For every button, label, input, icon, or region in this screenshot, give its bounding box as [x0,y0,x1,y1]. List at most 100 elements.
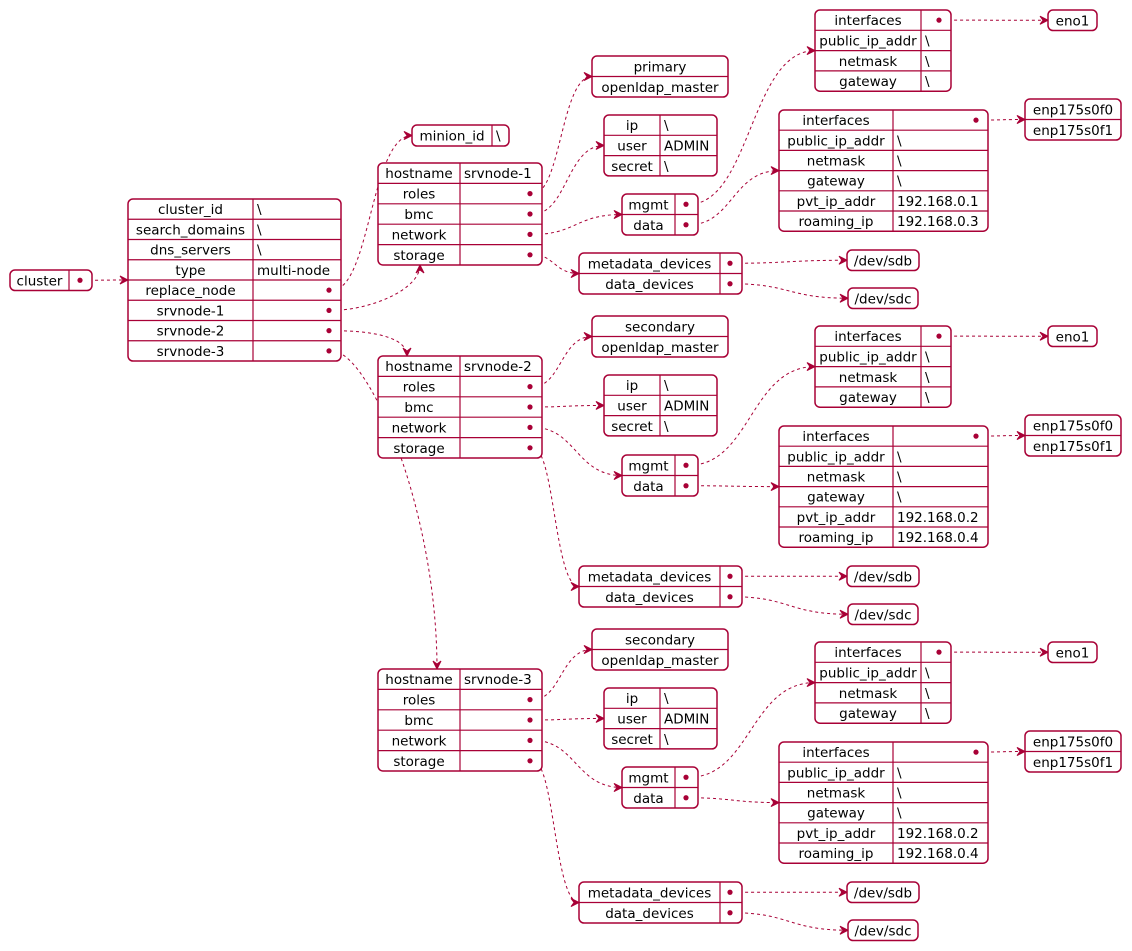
link-dot-icon[interactable] [527,404,533,410]
row-key: bmc [404,400,433,416]
link-dot-icon[interactable] [727,573,733,579]
row-key: storage [393,754,444,770]
row-key: srvnode-3 [157,344,225,360]
row-key: primary [634,59,687,75]
link-dot-icon[interactable] [727,594,733,600]
arrowhead-icon [1016,747,1027,756]
link-dot-icon[interactable] [326,287,332,293]
srvnode-2-data-devices: /dev/sdc [847,603,919,626]
link-dot-icon[interactable] [683,222,689,228]
row-key: gateway [839,390,897,406]
srvnode-3-storage: metadata_devices data_devices [578,881,743,924]
row-key: roles [403,693,436,709]
link-dot-icon[interactable] [527,424,533,430]
row-key: mgmt [628,197,668,213]
row-key: public_ip_addr [787,133,885,149]
arrowhead-icon [1016,115,1027,124]
dashed-connector [732,283,849,299]
row-key: data_devices [605,277,694,293]
row-value: \ [897,449,902,465]
row-key: /dev/sdc [855,923,912,939]
link-dot-icon[interactable] [527,717,533,723]
link-dot-icon[interactable] [683,774,689,780]
link-dot-icon[interactable] [727,889,733,895]
arrowhead-icon [583,72,594,81]
srvnode-3-data: interfaces public_ip_addr \ netmask \ gateway… [778,741,989,864]
dashed-connector [688,170,780,226]
srvnode-3-mgmt-interfaces: eno1 [1047,641,1098,664]
link-dot-icon[interactable] [683,462,689,468]
link-dot-icon[interactable] [527,211,533,217]
srvnode-2-data-interfaces: enp175s0f0 enp175s0f1 [1024,414,1122,457]
arrowhead-icon [583,645,594,654]
row-key: metadata_devices [588,256,712,272]
srvnode-1-table: hostname srvnode-1 roles bmc network storage [377,162,543,266]
link-dot-icon[interactable] [683,795,689,801]
edge-srvnode-3-storage [532,760,581,907]
srvnode-2-metadata-devices: /dev/sdb [846,565,920,588]
link-dot-icon[interactable] [683,483,689,489]
row-key: cluster [17,273,63,289]
row-key: user [617,398,647,414]
link-dot-icon[interactable] [527,697,533,703]
row-value: \ [897,174,902,190]
srvnode-2-network: mgmt data [621,454,699,497]
link-dot-icon[interactable] [527,737,533,744]
row-value: \ [496,129,501,145]
link-dot-icon[interactable] [326,307,332,313]
link-dot-icon[interactable] [973,749,979,755]
arrowhead-icon [595,714,606,723]
link-dot-icon[interactable] [936,649,942,655]
row-key: interfaces [802,429,869,445]
row-key: public_ip_addr [787,449,885,465]
row-value: \ [897,765,902,781]
arrowhead-icon [403,131,414,140]
link-dot-icon[interactable] [527,758,533,764]
link-dot-icon[interactable] [527,252,533,258]
row-value: 192.168.0.1 [897,194,979,210]
row-key: enp175s0f1 [1033,755,1113,771]
link-dot-icon[interactable] [527,191,533,197]
row-key: bmc [404,713,433,729]
link-dot-icon[interactable] [326,348,332,354]
row-key: gateway [807,174,865,190]
row-value: \ [897,154,902,170]
link-dot-icon[interactable] [326,328,332,334]
edge-srvnode-1-network [532,210,624,235]
link-dot-icon[interactable] [527,231,533,237]
link-dot-icon[interactable] [683,201,689,207]
edge-srvnode-3-data [688,797,781,808]
link-dot-icon[interactable] [727,260,733,266]
row-key: data [633,218,663,234]
dashed-connector [532,760,580,903]
arrowhead-icon [1039,647,1050,657]
link-dot-icon[interactable] [77,277,83,283]
link-dot-icon[interactable] [527,445,533,451]
edge-srvnode-2 [331,330,412,358]
link-dot-icon[interactable] [727,910,733,916]
row-value: 192.168.0.2 [897,826,979,842]
srvnode-2-table: hostname srvnode-2 roles bmc network storage [377,355,543,459]
row-key: enp175s0f0 [1033,418,1113,434]
row-value: \ [664,159,669,175]
link-dot-icon[interactable] [936,333,942,339]
row-key: secret [611,732,653,748]
link-dot-icon[interactable] [936,17,942,23]
dashed-connector [732,596,849,615]
row-value: \ [925,54,930,70]
link-dot-icon[interactable] [973,433,979,439]
link-dot-icon[interactable] [727,281,733,287]
srvnode-2-data: interfaces public_ip_addr \ netmask \ gateway… [778,425,989,548]
row-key: netmask [839,370,898,386]
link-dot-icon[interactable] [527,384,533,390]
srvnode-1-mgmt: interfaces public_ip_addr \ netmask \ gateway… [814,9,952,92]
edge-srvnode-3-mgmt-if [941,647,1050,657]
row-key: bmc [404,207,433,223]
link-dot-icon[interactable] [973,117,979,123]
row-value: \ [257,202,262,218]
srvnode-2-storage: metadata_devices data_devices [578,565,743,608]
srvnode-2-bmc: ip \ user ADMIN secret \ [603,374,718,437]
replace-node-table: minion_id \ [411,124,510,147]
edge-srvnode-2-bmc [532,401,606,410]
row-value: \ [664,378,669,394]
